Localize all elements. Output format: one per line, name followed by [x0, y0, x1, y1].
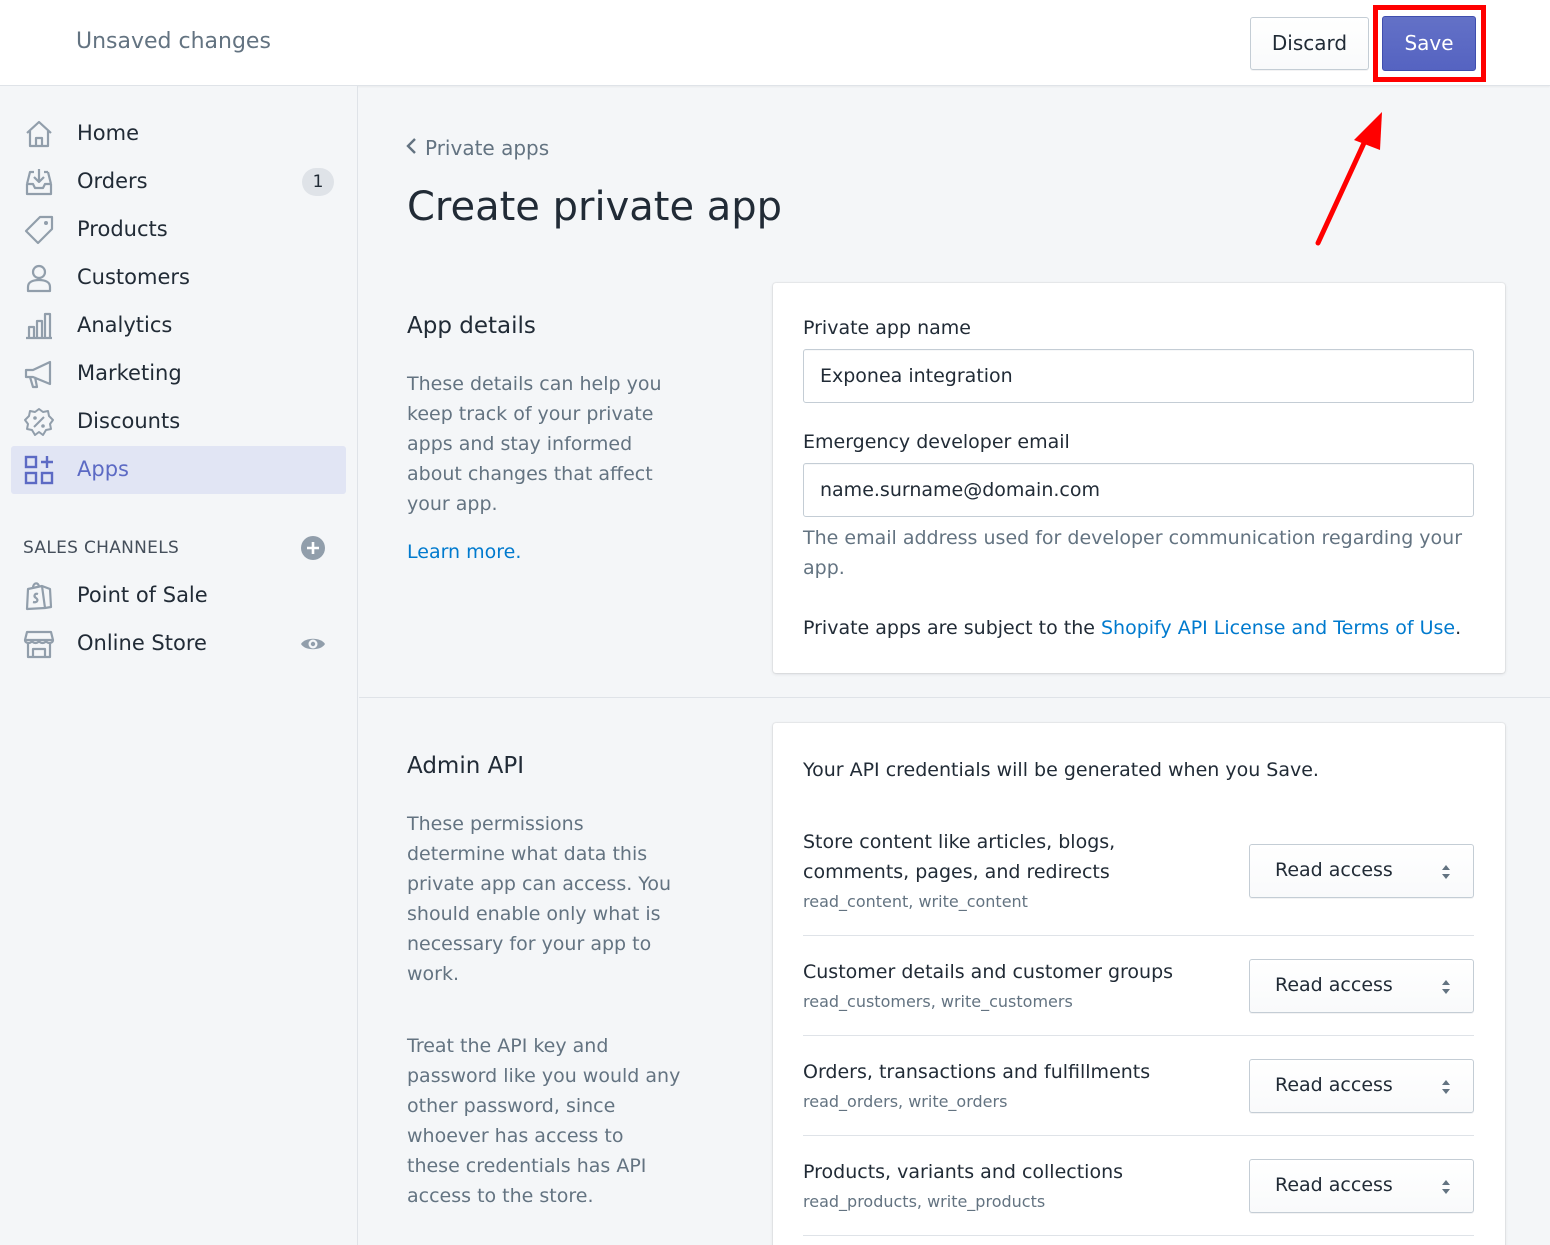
permission-scopes: read_content, write_content [803, 892, 1028, 911]
add-channel-plus-icon[interactable] [300, 535, 326, 561]
save-button[interactable]: Save [1382, 16, 1476, 71]
sidebar-item-analytics[interactable]: Analytics [11, 302, 346, 350]
sidebar-item-label: Marketing [77, 361, 182, 385]
permission-access-select[interactable]: Read access [1249, 844, 1474, 898]
sidebar-item-apps[interactable]: Apps [11, 446, 346, 494]
admin-api-description-1: These permissions determine what data th… [407, 813, 672, 985]
permission-scopes: read_customers, write_customers [803, 992, 1073, 1011]
permission-access-select[interactable]: Read access [1249, 1159, 1474, 1213]
permission-title: Customer details and customer groups [803, 961, 1174, 983]
orders-icon [25, 169, 53, 196]
store-icon [23, 630, 55, 659]
discount-icon [24, 408, 54, 436]
terms-suffix: . [1455, 617, 1462, 639]
person-icon [26, 264, 52, 293]
admin-api-heading: Admin API [407, 753, 524, 779]
admin-api-card: Your API credentials will be generated w… [773, 723, 1505, 1245]
section-divider [359, 697, 1550, 698]
sidebar-item-label: Orders [77, 169, 148, 193]
app-details-heading: App details [407, 313, 536, 339]
permission-access-select[interactable]: Read access [1249, 1059, 1474, 1113]
megaphone-icon [24, 360, 52, 389]
sidebar-item-label: Home [77, 121, 140, 145]
permission-scopes: read_orders, write_orders [803, 1092, 1008, 1111]
sidebar-item-label: Analytics [77, 313, 173, 337]
breadcrumb-label: Private apps [425, 136, 550, 160]
tag-icon [24, 215, 54, 245]
select-arrows-icon [1442, 1180, 1450, 1194]
terms-link[interactable]: Shopify API License and Terms of Use [1101, 617, 1455, 639]
row-divider [803, 935, 1474, 936]
permission-title: Products, variants and collections [803, 1161, 1124, 1183]
sidebar-item-marketing[interactable]: Marketing [11, 350, 346, 398]
select-value: Read access [1275, 1074, 1393, 1096]
sidebar-item-label: Online Store [77, 631, 207, 655]
sidebar-item-label: Apps [77, 457, 129, 481]
bar-chart-icon [26, 312, 52, 340]
select-arrows-icon [1442, 865, 1450, 879]
terms-text: Private apps are subject to the Shopify … [803, 613, 1493, 643]
sidebar-item-customers[interactable]: Customers [11, 254, 346, 302]
row-divider [803, 1035, 1474, 1036]
sidebar-item-label: Discounts [77, 409, 181, 433]
apps-icon [24, 455, 54, 485]
sidebar-item-discounts[interactable]: Discounts [11, 398, 346, 446]
row-divider [803, 1135, 1474, 1136]
row-divider [803, 1235, 1474, 1236]
discard-button[interactable]: Discard [1250, 17, 1369, 70]
home-icon [26, 120, 52, 148]
permission-title: Orders, transactions and fulfillments [803, 1061, 1151, 1083]
credentials-note: Your API credentials will be generated w… [803, 759, 1319, 781]
orders-count-badge: 1 [302, 168, 334, 196]
select-arrows-icon [1442, 980, 1450, 994]
permission-scopes: read_products, write_products [803, 1192, 1046, 1211]
sidebar-item-orders[interactable]: Orders 1 [11, 158, 346, 206]
app-details-card: Private app name Exponea integration Eme… [773, 283, 1505, 673]
chevron-left-icon [406, 138, 416, 154]
admin-api-description-2: Treat the API key and password like you … [407, 1035, 681, 1207]
sidebar: Home Orders 1 Products Customers Analyti… [0, 86, 358, 1245]
permission-access-select[interactable]: Read access [1249, 959, 1474, 1013]
app-name-input[interactable]: Exponea integration [803, 349, 1474, 403]
shopping-bag-icon [25, 582, 53, 611]
select-value: Read access [1275, 974, 1393, 996]
email-help-text: The email address used for developer com… [803, 527, 1463, 579]
sidebar-item-label: Customers [77, 265, 190, 289]
breadcrumb[interactable]: Private apps [405, 136, 549, 160]
learn-more-link-wrapper: Learn more. [407, 537, 682, 567]
developer-email-label: Emergency developer email [803, 431, 1070, 453]
unsaved-changes-title: Unsaved changes [76, 29, 271, 54]
main-content: Private apps Create private app App deta… [359, 86, 1550, 1245]
select-arrows-icon [1442, 1080, 1450, 1094]
page-title: Create private app [407, 184, 783, 230]
sidebar-item-point-of-sale[interactable]: Point of Sale [11, 572, 346, 620]
permission-title: Store content like articles, blogs, comm… [803, 831, 1116, 883]
app-details-description: These details can help you keep track of… [407, 373, 662, 515]
select-value: Read access [1275, 1174, 1393, 1196]
app-name-label: Private app name [803, 317, 971, 339]
sales-channels-heading: SALES CHANNELS [23, 538, 180, 558]
sidebar-item-label: Products [77, 217, 168, 241]
sidebar-item-products[interactable]: Products [11, 206, 346, 254]
sidebar-item-home[interactable]: Home [11, 110, 346, 158]
top-bar: Unsaved changes Discard Save [0, 0, 1550, 86]
sidebar-item-online-store[interactable]: Online Store [11, 620, 346, 668]
learn-more-link[interactable]: Learn more. [407, 541, 521, 563]
eye-icon[interactable] [300, 631, 326, 657]
developer-email-input[interactable]: name.surname@domain.com [803, 463, 1474, 517]
select-value: Read access [1275, 859, 1393, 881]
sidebar-item-label: Point of Sale [77, 583, 208, 607]
terms-prefix: Private apps are subject to the [803, 617, 1101, 639]
